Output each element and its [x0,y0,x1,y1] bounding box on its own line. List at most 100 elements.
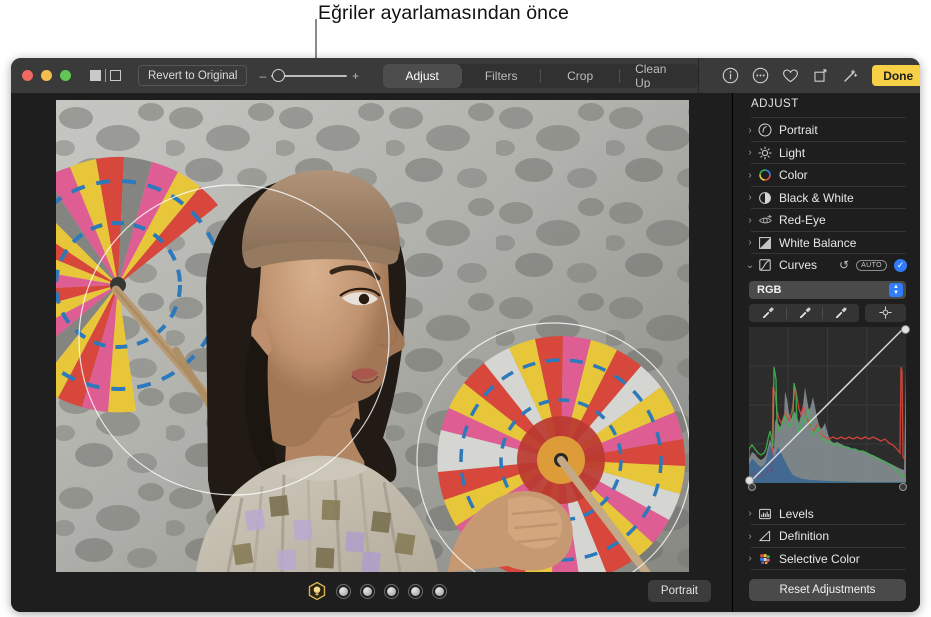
curves-eyedropper-row [749,303,906,322]
chevron-right-icon: › [748,530,752,542]
curves-range-track [748,482,907,495]
close-window-button[interactable] [22,70,33,81]
titlebar-left-group: Revert to Original – + Adjust Filters Cr… [11,58,700,93]
filled-square-icon [90,70,101,81]
sidebar-item-label: Curves [779,258,818,273]
sidebar-item-label: Selective Color [779,551,860,566]
photo-preview[interactable] [56,100,689,572]
revert-arrow-icon[interactable]: ↺ [839,258,849,272]
eye-redeye-icon [756,212,774,228]
zoom-slider[interactable]: – + [259,68,359,83]
sidebar-item-selective-color[interactable]: › Selective Color [734,548,920,571]
portrait-face-icon [756,122,774,138]
sidebar-item-red-eye[interactable]: › Red-Eye [734,209,920,232]
add-point-target-icon[interactable] [865,303,906,322]
portrait-focus-overlay [78,184,689,572]
more-options-icon[interactable] [745,61,775,91]
sidebar-item-curves[interactable]: ⌄ Curves ↺ AUTO ✓ [734,254,920,277]
levels-icon [756,506,774,522]
auto-button[interactable]: AUTO [856,259,887,271]
adjustment-list: › Portrait › Light › Color › Black & Whi… [734,119,920,570]
portrait-lighting-effects [307,581,447,601]
zoom-slider-track[interactable] [271,68,348,83]
white-point-eyedropper-icon[interactable] [822,304,859,322]
light-preview [363,586,372,596]
chevron-down-icon: ⌄ [745,259,755,271]
sidebar-item-color[interactable]: › Color [734,164,920,187]
white-balance-icon [756,235,774,251]
curves-icon [756,257,774,273]
contour-light-icon[interactable] [360,583,375,599]
tab-clean-up[interactable]: Clean Up [620,64,698,88]
chevron-right-icon: › [748,169,752,181]
curves-channel-select[interactable]: RGB ▲ ▼ [749,280,906,299]
sidebar-item-light[interactable]: › Light [734,142,920,165]
zoom-slider-knob[interactable] [272,68,286,82]
sidebar-item-label: Portrait [779,123,818,138]
stage-light-icon[interactable] [384,583,399,599]
minimize-window-button[interactable] [41,70,52,81]
done-button[interactable]: Done [872,65,920,86]
definition-icon [756,528,774,544]
curve-white-point-handle[interactable] [901,324,910,334]
window-titlebar: Revert to Original – + Adjust Filters Cr… [11,58,920,93]
tab-crop[interactable]: Crop [541,64,619,88]
chevron-updown-icon[interactable]: ▲ ▼ [889,282,903,297]
revert-to-original-button[interactable]: Revert to Original [138,65,248,86]
curves-controls: ↺ AUTO ✓ [839,254,907,277]
zoom-out-label[interactable]: – [259,70,266,82]
sidebar-item-black-and-white[interactable]: › Black & White [734,187,920,210]
chevron-right-icon: › [748,147,752,159]
natural-light-hexagon-icon[interactable] [307,581,327,601]
sidebar-item-label: White Balance [779,235,857,250]
portrait-mode-badge[interactable]: Portrait [647,580,711,602]
sidebar-item-label: Black & White [779,190,854,205]
studio-light-icon[interactable] [336,583,351,599]
chevron-right-icon: › [748,124,752,136]
light-preview [387,586,396,596]
compare-view-toggle[interactable] [90,69,121,82]
gray-point-eyedropper-icon[interactable] [785,304,823,322]
light-preview [411,586,420,596]
photo-canvas-area: Portrait [11,93,733,612]
black-point-eyedropper-icon[interactable] [749,304,786,322]
high-key-light-mono-icon[interactable] [432,583,447,599]
reset-adjustments-button[interactable]: Reset Adjustments [749,579,906,601]
curves-enabled-checkmark-icon[interactable]: ✓ [894,258,907,272]
editor-content: Portrait ADJUST › Portrait › Light › Col… [11,93,920,612]
adjust-sidebar: ADJUST › Portrait › Light › Color › Blac… [734,93,920,612]
tab-filters[interactable]: Filters [462,64,540,88]
toggle-divider [105,69,106,82]
sidebar-title: ADJUST [751,98,799,110]
light-preview [435,586,444,596]
photos-editor-window: Revert to Original – + Adjust Filters Cr… [11,58,920,612]
histogram-graph [749,326,906,483]
color-wheel-icon [756,167,774,183]
favorite-heart-icon[interactable] [775,61,805,91]
light-preview [339,586,348,596]
zoom-window-button[interactable] [60,70,71,81]
titlebar-right-group: Done [699,58,920,93]
shadows-range-knob[interactable] [748,482,756,491]
zoom-in-label[interactable]: + [352,70,359,82]
tab-adjust[interactable]: Adjust [383,63,462,88]
sidebar-item-label: Levels [779,506,814,521]
rotate-icon[interactable] [805,61,835,91]
sun-brightness-icon [756,145,774,161]
portrait-lighting-bar: Portrait [11,572,733,612]
sidebar-item-definition[interactable]: › Definition [734,525,920,548]
chevron-right-icon: › [748,508,752,520]
chevron-right-icon: › [748,214,752,226]
chevron-right-icon: › [748,192,752,204]
chevron-right-icon: › [748,237,752,249]
traffic-lights [22,70,71,81]
stage-light-mono-icon[interactable] [408,583,423,599]
sidebar-item-levels[interactable]: › Levels [734,503,920,526]
auto-enhance-wand-icon[interactable] [835,61,865,91]
highlights-range-knob[interactable] [899,482,907,491]
sidebar-item-portrait[interactable]: › Portrait [734,119,920,142]
info-icon[interactable] [715,61,745,91]
curves-histogram[interactable] [745,324,910,485]
selective-color-icon [756,551,774,567]
sidebar-item-white-balance[interactable]: › White Balance [734,232,920,255]
